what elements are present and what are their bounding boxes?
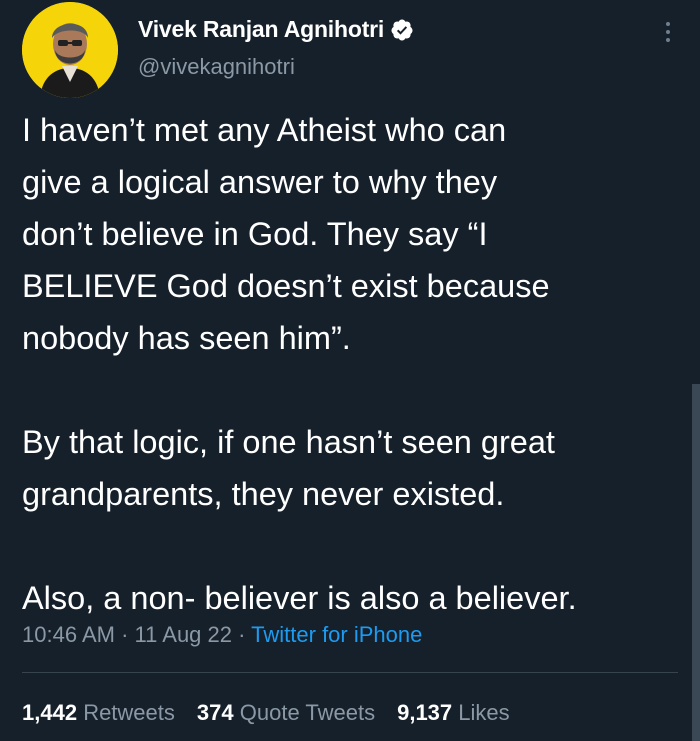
quotes-stat[interactable]: 374 Quote Tweets [197, 700, 375, 726]
avatar[interactable] [22, 2, 118, 98]
verified-badge-icon [391, 19, 413, 40]
tweet-line: nobody has seen him”. [22, 320, 351, 356]
tweet: Vivek Ranjan Agnihotri @vivekagnihotri I… [0, 0, 700, 741]
tweet-meta: 10:46 AM · 11 Aug 22 · Twitter for iPhon… [22, 622, 422, 648]
likes-label: Likes [458, 700, 510, 725]
retweets-label: Retweets [83, 700, 175, 725]
tweet-date[interactable]: 11 Aug 22 [135, 622, 232, 647]
author-name-row[interactable]: Vivek Ranjan Agnihotri [138, 16, 414, 43]
tweet-line: don’t believe in God. They say “I [22, 216, 488, 252]
tweet-line: grandparents, they never existed. [22, 476, 505, 512]
meta-separator: · [238, 622, 246, 647]
more-dot [666, 30, 670, 34]
retweets-count: 1,442 [22, 700, 78, 725]
more-dot [666, 38, 670, 42]
tweet-time[interactable]: 10:46 AM [22, 622, 115, 647]
tweet-text: I haven’t met any Atheist who can give a… [22, 104, 682, 624]
quotes-count: 374 [196, 700, 234, 725]
tweet-line: I haven’t met any Atheist who can [22, 112, 507, 148]
likes-stat[interactable]: 9,137 Likes [397, 700, 510, 726]
tweet-source-link[interactable]: Twitter for iPhone [251, 622, 422, 647]
retweets-stat[interactable]: 1,442 Retweets [22, 700, 175, 726]
quotes-label: Quote Tweets [239, 700, 376, 725]
tweet-line: BELIEVE God doesn’t exist because [22, 268, 550, 304]
tweet-line: give a logical answer to why they [22, 164, 498, 200]
divider [22, 672, 678, 673]
avatar-portrait [22, 2, 118, 98]
author-handle[interactable]: @vivekagnihotri [138, 54, 295, 80]
likes-count: 9,137 [397, 700, 453, 725]
tweet-stats: 1,442 Retweets 374 Quote Tweets 9,137 Li… [22, 700, 510, 726]
scrollbar[interactable] [692, 384, 700, 741]
tweet-line: Also, a non- believer is also a believer… [22, 580, 577, 616]
more-options-icon[interactable] [658, 14, 678, 50]
meta-separator: · [121, 622, 129, 647]
more-dot [666, 22, 670, 26]
tweet-line: By that logic, if one hasn’t seen great [22, 424, 555, 460]
author-display-name[interactable]: Vivek Ranjan Agnihotri [138, 16, 384, 43]
